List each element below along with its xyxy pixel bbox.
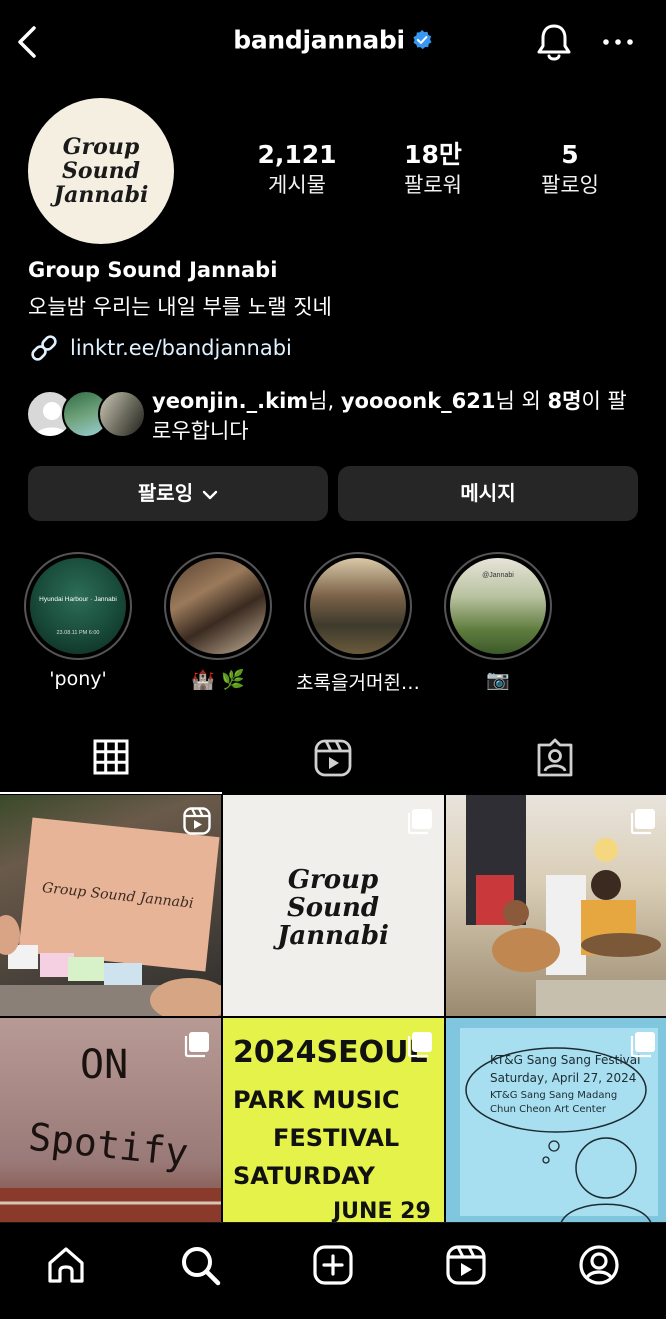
- profile-display-name: Group Sound Jannabi: [28, 258, 278, 282]
- more-options-icon[interactable]: [600, 32, 636, 52]
- reels-nav-icon[interactable]: [444, 1243, 488, 1287]
- posts-grid: Group Sound Jannabi Group Sound Jannabi: [0, 795, 666, 1223]
- following-button[interactable]: 팔로잉: [28, 466, 328, 521]
- post-text-line-5: JUNE 29: [331, 1199, 431, 1223]
- post-tile[interactable]: KT&G Sang Sang Festival Saturday, April …: [446, 1018, 666, 1223]
- post-text-line-2: PARK MUSIC: [233, 1086, 400, 1114]
- create-post-icon[interactable]: [311, 1243, 355, 1287]
- post-tile[interactable]: ON Spotify: [0, 1018, 221, 1223]
- profile-avatar[interactable]: Group Sound Jannabi: [28, 98, 174, 244]
- profile-link-text: linktr.ee/bandjannabi: [70, 336, 292, 360]
- post-text-line-1: ON: [80, 1042, 128, 1088]
- post-text-line-2: Sound: [287, 893, 379, 923]
- highlight-ring: Hyundai Harbour · Jannabi 23.08.11 PM 6:…: [24, 552, 132, 660]
- post-text-line-3: FESTIVAL: [273, 1124, 399, 1152]
- highlight-cover-text: Hyundai Harbour · Jannabi: [39, 596, 117, 603]
- home-icon[interactable]: [44, 1243, 88, 1287]
- username: bandjannabi: [233, 25, 405, 55]
- carousel-badge-icon: [407, 1032, 432, 1058]
- mutual-user-2: yoooonk_621: [340, 389, 496, 413]
- profile-bio: 오늘밤 우리는 내일 부를 노랠 짓네: [28, 295, 332, 319]
- mutual-followers-text: yeonjin._.kim님, yoooonk_621님 외 8명이 팔로우합니…: [152, 386, 642, 446]
- post-text-line-2: Spotify: [26, 1115, 190, 1175]
- following-button-label: 팔로잉: [137, 481, 194, 505]
- highlight-label: 📷: [486, 669, 510, 691]
- story-highlight[interactable]: Hyundai Harbour · Jannabi 23.08.11 PM 6:…: [24, 552, 132, 690]
- tab-posts-grid[interactable]: [0, 722, 222, 794]
- profile-link[interactable]: linktr.ee/bandjannabi: [28, 332, 292, 364]
- avatar-line-1: Group: [63, 134, 140, 160]
- tab-reels[interactable]: [222, 722, 444, 794]
- mutual-sep-2: 님 외: [495, 389, 548, 413]
- carousel-badge-icon: [630, 809, 655, 835]
- mutual-sep-1: 님,: [308, 389, 341, 413]
- stat-followers-value: 18만: [404, 140, 462, 169]
- message-button[interactable]: 메시지: [338, 466, 638, 521]
- carousel-badge-icon: [407, 809, 432, 835]
- stat-posts-value: 2,121: [257, 140, 337, 169]
- top-bar: bandjannabi: [0, 0, 666, 86]
- verified-badge-icon: [413, 29, 432, 50]
- post-text-line-4: Chun Cheon Art Center: [490, 1104, 607, 1115]
- grid-icon: [93, 739, 129, 775]
- stat-followers[interactable]: 18만 팔로워: [373, 140, 493, 200]
- stat-following[interactable]: 5 팔로잉: [510, 140, 630, 200]
- reel-badge-icon: [183, 807, 211, 835]
- stat-following-value: 5: [561, 140, 579, 169]
- post-tile[interactable]: Group Sound Jannabi: [223, 795, 444, 1016]
- highlight-cover: Hyundai Harbour · Jannabi 23.08.11 PM 6:…: [30, 558, 126, 654]
- story-highlight[interactable]: 초록을거머쥔…: [296, 552, 420, 694]
- stat-followers-label: 팔로워: [404, 173, 462, 197]
- highlight-cover: [170, 558, 266, 654]
- highlight-ring: [164, 552, 272, 660]
- search-icon[interactable]: [178, 1243, 222, 1287]
- link-icon: [31, 335, 57, 361]
- avatar-line-2: Sound: [62, 158, 140, 184]
- post-tile[interactable]: [446, 795, 666, 1016]
- bottom-navigation: [0, 1222, 666, 1319]
- message-button-label: 메시지: [460, 481, 516, 505]
- story-highlight[interactable]: 🏰 🌿: [164, 552, 272, 691]
- chevron-down-icon: [202, 490, 218, 499]
- stat-posts-label: 게시물: [268, 173, 326, 197]
- post-text-line-3: KT&G Sang Sang Madang: [490, 1090, 617, 1101]
- stat-following-label: 팔로잉: [541, 173, 599, 197]
- tab-tagged[interactable]: [444, 722, 666, 794]
- notification-bell-icon[interactable]: [534, 20, 574, 64]
- follower-avatar-3: [98, 390, 146, 438]
- highlight-cover-text: @Jannabi: [482, 572, 514, 579]
- avatar-line-3: Jannabi: [50, 182, 149, 208]
- story-highlight[interactable]: @Jannabi 📷: [444, 552, 552, 691]
- tagged-person-icon: [537, 738, 573, 777]
- post-text-line-2: Saturday, April 27, 2024: [490, 1071, 636, 1085]
- post-text-line-3: Jannabi: [272, 921, 389, 951]
- highlight-cover: @Jannabi: [450, 558, 546, 654]
- profile-tabs: [0, 722, 666, 794]
- highlight-cover: [310, 558, 406, 654]
- stat-posts[interactable]: 2,121 게시물: [237, 140, 357, 200]
- mutual-user-1: yeonjin._.kim: [152, 389, 309, 413]
- post-tile[interactable]: Group Sound Jannabi: [0, 795, 221, 1016]
- mutual-followers[interactable]: yeonjin._.kim님, yoooonk_621님 외 8명이 팔로우합니…: [26, 386, 646, 446]
- post-text-line-1: Group: [288, 865, 378, 895]
- mutual-count: 8명: [547, 389, 582, 413]
- highlight-ring: [304, 552, 412, 660]
- carousel-badge-icon: [630, 1032, 655, 1058]
- profile-nav-icon[interactable]: [577, 1243, 621, 1287]
- highlight-ring: @Jannabi: [444, 552, 552, 660]
- post-text-line-1: 2024SEOUL: [233, 1035, 428, 1070]
- avatar-logo: Group Sound Jannabi: [50, 134, 149, 208]
- post-text-line-4: SATURDAY: [233, 1162, 376, 1190]
- post-tile[interactable]: 2024SEOUL PARK MUSIC FESTIVAL SATURDAY J…: [223, 1018, 444, 1223]
- reels-icon: [314, 739, 352, 777]
- highlight-cover-subtext: 23.08.11 PM 6:00: [56, 630, 100, 636]
- carousel-badge-icon: [184, 1032, 209, 1058]
